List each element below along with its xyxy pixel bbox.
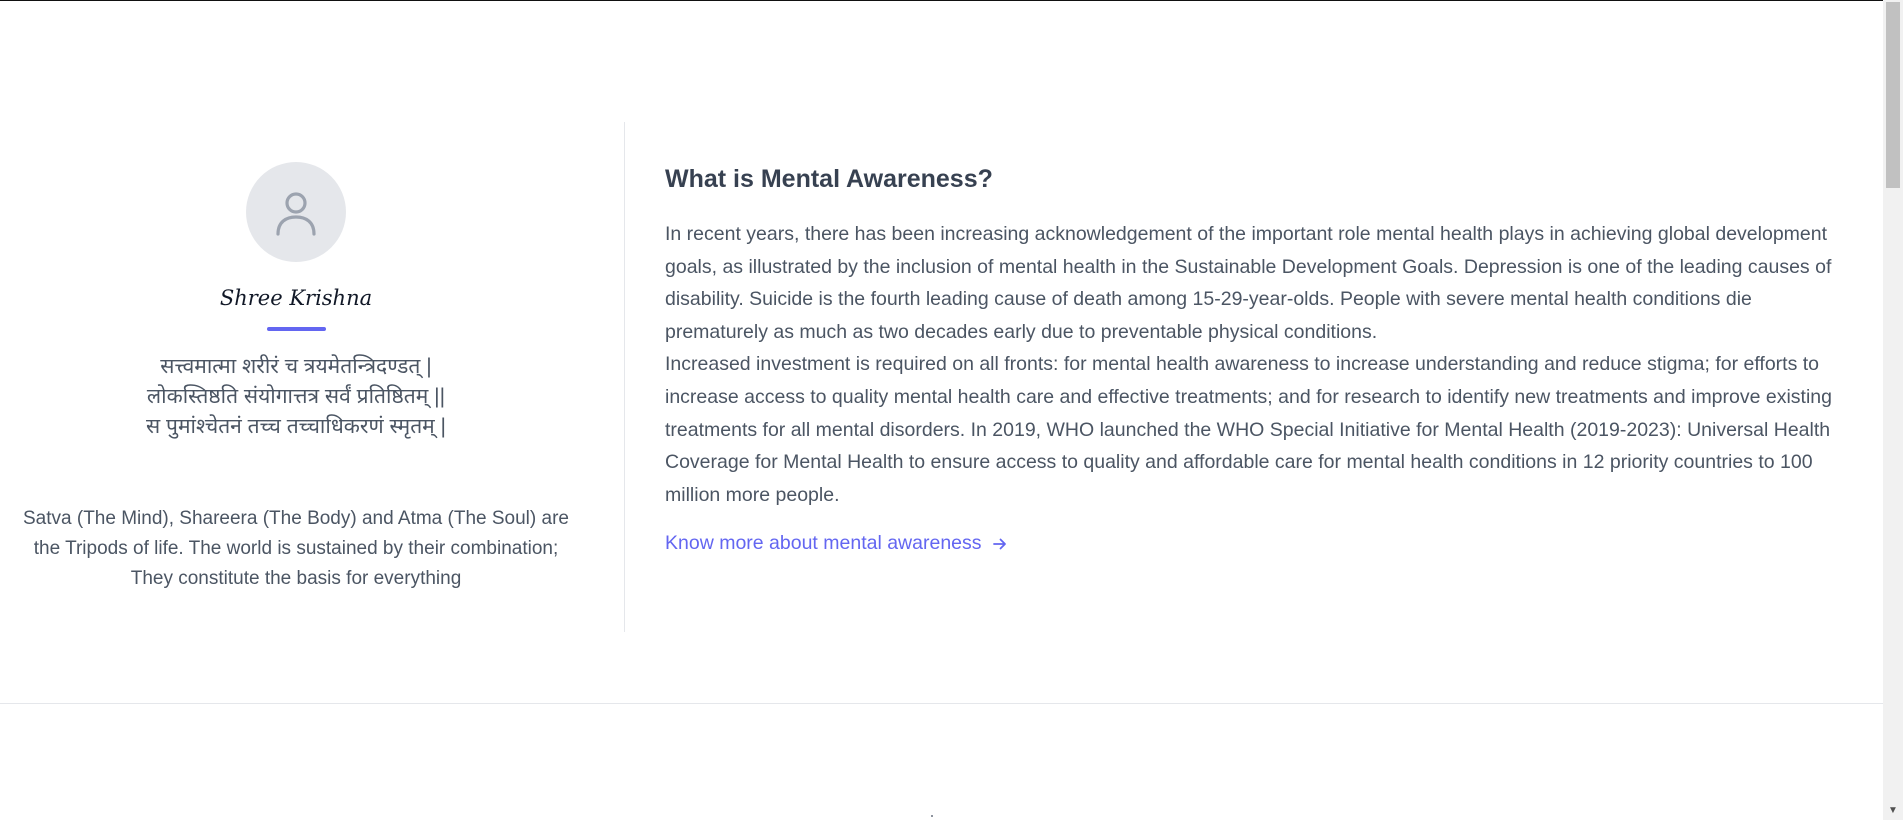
scroll-down-icon[interactable]: ▼ [1887, 806, 1899, 816]
article-heading: What is Mental Awareness? [665, 165, 993, 193]
arrow-right-icon [992, 538, 1006, 550]
page: Shree Krishna सत्त्वमात्मा शरीरं च त्रयम… [0, 0, 1883, 820]
avatar [246, 162, 346, 262]
vertical-scrollbar[interactable]: ▼ [1883, 0, 1903, 820]
accent-divider [267, 327, 326, 331]
know-more-label: Know more about mental awareness [665, 532, 982, 555]
verse-translation: Satva (The Mind), Shareera (The Body) an… [0, 504, 592, 594]
article-paragraph: In recent years, there has been increasi… [665, 218, 1855, 511]
translation-line: the Tripods of life. The world is sustai… [33, 538, 559, 559]
scrollbar-thumb[interactable] [1886, 2, 1900, 188]
verse-line: स पुमांश्चेतनं तच्च तच्चाधिकरणं स्मृतम् … [145, 415, 447, 438]
paragraph-2: Increased investment is required on all … [665, 353, 1833, 506]
author-name: Shree Krishna [219, 286, 373, 310]
dot [931, 815, 933, 817]
section-divider [0, 703, 1883, 704]
article: What is Mental Awareness? In recent year… [665, 165, 1855, 555]
sanskrit-verse: सत्त्वमात्मा शरीरं च त्रयमेतन्त्रिदण्डत्… [0, 352, 592, 442]
know-more-link[interactable]: Know more about mental awareness [665, 532, 1008, 555]
verse-line: लोकस्तिष्ठति संयोगात्तत्र सर्वं प्रतिष्ठ… [146, 385, 446, 408]
paragraph-1: In recent years, there has been increasi… [665, 223, 1832, 343]
translation-line: Satva (The Mind), Shareera (The Body) an… [23, 508, 569, 529]
translation-line: They constitute the basis for everything [130, 568, 462, 589]
user-icon [276, 192, 316, 236]
verse-line: सत्त्वमात्मा शरीरं च त्रयमेतन्त्रिदण्डत्… [160, 355, 432, 378]
profile-panel: Shree Krishna सत्त्वमात्मा शरीरं च त्रयम… [0, 122, 625, 632]
